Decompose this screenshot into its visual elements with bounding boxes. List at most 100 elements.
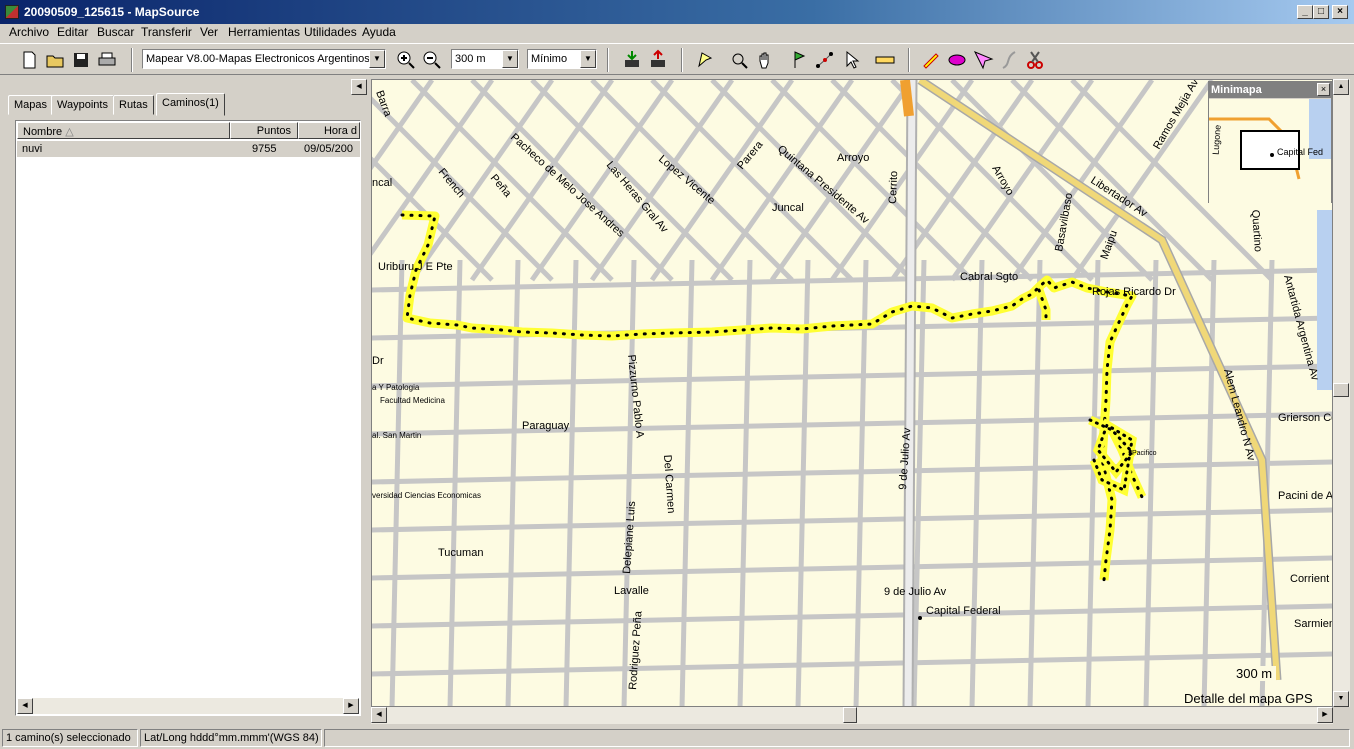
street [589,80,735,282]
waypoint-flag-icon[interactable] [787,48,811,72]
minimap-window[interactable]: Minimapa × Lugone Capital Fed [1208,81,1332,203]
track-select-icon[interactable] [971,48,995,72]
minimap-label: Lugone [1211,124,1223,155]
select-map-icon[interactable] [693,48,717,72]
street [372,651,1332,677]
track-points: 9755 [252,143,277,155]
chevron-down-icon[interactable]: ▼ [369,50,385,68]
street [372,555,1332,581]
city-label: Capital Federal [926,605,1001,617]
maximize-button[interactable]: □ [1313,5,1329,19]
scroll-left-button[interactable]: ◀ [17,698,33,714]
track-path-icon[interactable] [997,48,1021,72]
scroll-down-button[interactable]: ▼ [1333,691,1349,707]
route-tool-icon[interactable] [813,48,837,72]
street-label: Corrient [1290,573,1329,585]
minimize-button[interactable]: _ [1297,5,1313,19]
menu-bar: Archivo Editar Buscar Transferir Ver Her… [0,24,1354,42]
street-label: Paraguay [522,420,570,432]
city-marker [918,616,922,620]
tab-mapas[interactable]: Mapas [8,95,54,115]
tab-rutas[interactable]: Rutas [113,95,154,115]
scroll-thumb[interactable] [1333,383,1349,397]
detail-level-select[interactable]: Mínimo ▼ [527,49,597,69]
send-to-device-icon[interactable] [646,48,670,72]
street [679,259,695,706]
status-coord-format: Lat/Long hddd°mm.mmm'(WGS 84) [140,729,322,747]
street-label: versidad Ciencias Economicas [372,491,481,500]
hand-pan-icon[interactable] [753,48,777,72]
track-list[interactable]: Nombre △ Puntos Hora d nuvi 9755 09/05/2… [15,120,361,716]
street-label: Lavalle [614,585,649,597]
map-canvas[interactable]: Barra ncal French Peña Pacheco de Melo J… [372,80,1333,707]
chevron-down-icon[interactable]: ▼ [502,50,518,68]
street-label: Dr [372,355,384,367]
zoom-in-icon[interactable] [394,48,418,72]
minimap-canvas[interactable]: Lugone Capital Fed [1209,99,1331,203]
scroll-right-button[interactable]: ▶ [343,698,359,714]
map-product-select[interactable]: Mapear V8.00-Mapas Electronicos Argentin… [142,49,386,69]
menu-ver[interactable]: Ver [200,25,218,39]
street-label: Facultad Medicina [380,396,445,405]
menu-utilidades[interactable]: Utilidades [304,25,357,39]
map-scale: 300 m [1232,666,1277,681]
zoom-tool-icon[interactable] [727,48,751,72]
zoom-out-icon[interactable] [420,48,444,72]
street [709,80,855,282]
data-panel: ◀ Mapas Waypoints Rutas Caminos(1) Nombr… [5,79,367,719]
tab-waypoints[interactable]: Waypoints [51,95,114,115]
save-disk-icon[interactable] [69,48,93,72]
scroll-thumb[interactable] [843,707,857,723]
minimap-title: Minimapa [1209,82,1331,98]
close-button[interactable]: × [1332,5,1348,19]
scissors-icon[interactable] [1023,48,1047,72]
open-folder-icon[interactable] [43,48,67,72]
minimap-close-button[interactable]: × [1317,83,1330,96]
chevron-down-icon[interactable]: ▼ [580,50,596,68]
street-label: Tucuman [438,547,483,559]
scroll-right-button[interactable]: ▶ [1317,707,1333,723]
track-draw-icon[interactable] [919,48,943,72]
receive-from-device-icon[interactable] [620,48,644,72]
map-horizontal-scrollbar[interactable]: ◀ ▶ [371,707,1333,724]
scroll-left-button[interactable]: ◀ [371,707,387,723]
street [829,80,975,282]
menu-herramientas[interactable]: Herramientas [228,25,300,39]
scroll-up-button[interactable]: ▲ [1333,79,1349,95]
tab-caminos[interactable]: Caminos(1) [156,93,225,116]
street-label: Cabral Sgto [960,271,1018,283]
menu-editar[interactable]: Editar [57,25,88,39]
window-title: 20090509_125615 - MapSource [24,5,200,19]
street-label: Delepiane Luis [621,500,638,574]
menu-ayuda[interactable]: Ayuda [362,25,396,39]
print-icon[interactable] [95,48,119,72]
column-header-puntos[interactable]: Puntos [230,122,298,139]
zoom-scale-select[interactable]: 300 m ▼ [451,49,519,69]
list-horizontal-scrollbar[interactable]: ◀ ▶ [17,698,359,714]
map-vertical-scrollbar[interactable]: ▲ ▼ [1333,79,1350,707]
street [1009,80,1155,282]
menu-archivo[interactable]: Archivo [9,25,49,39]
street-label: Grierson Ce [1278,412,1333,424]
street-label: Sarmien [1294,618,1333,630]
menu-buscar[interactable]: Buscar [97,25,134,39]
street-label: Cerrito [887,171,900,204]
street [372,603,1332,629]
eraser-icon[interactable] [945,48,969,72]
street [649,80,795,282]
street-label: Pacifico [1132,450,1157,457]
street [1143,259,1159,706]
new-document-icon[interactable] [17,48,41,72]
selection-arrow-icon[interactable] [839,48,863,72]
measure-ruler-icon[interactable] [873,48,897,72]
column-header-hora[interactable]: Hora d [298,122,360,139]
column-header-nombre[interactable]: Nombre △ [17,122,230,139]
street [563,259,579,706]
menu-transferir[interactable]: Transferir [141,25,192,39]
panel-collapse-button[interactable]: ◀ [351,79,367,95]
map-view[interactable]: Barra ncal French Peña Pacheco de Melo J… [371,79,1333,707]
street-label: Del Carmen [661,454,677,513]
street [1085,259,1101,706]
table-row[interactable]: nuvi 9755 09/05/200 [17,141,360,157]
street-label: Arroyo [837,152,869,164]
